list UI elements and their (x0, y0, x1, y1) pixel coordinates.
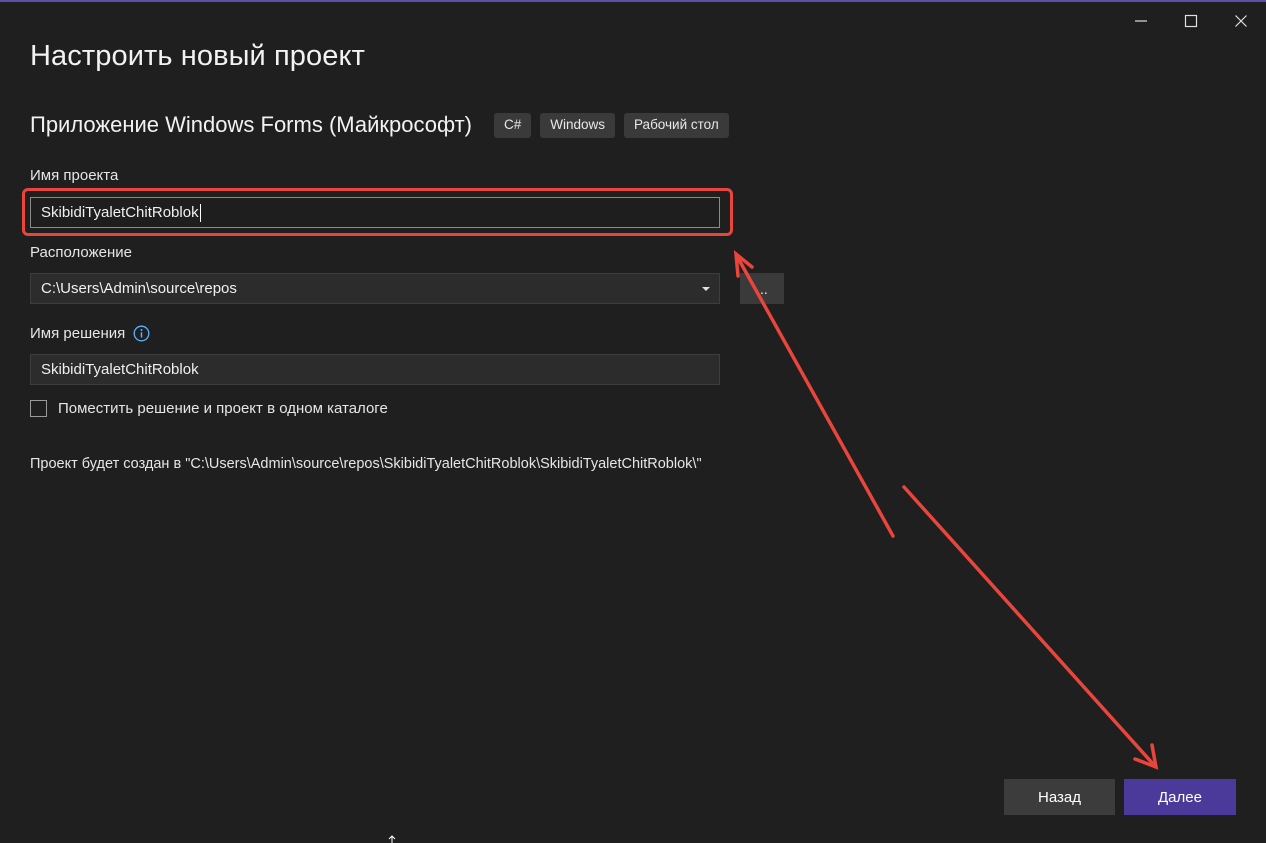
project-name-input[interactable]: SkibidiTyaletChitRoblok (30, 197, 720, 228)
template-name: Приложение Windows Forms (Майкрософт) (30, 112, 472, 137)
next-button[interactable]: Далее (1124, 779, 1236, 815)
same-folder-checkbox[interactable] (30, 400, 47, 417)
location-combobox[interactable]: C:\Users\Admin\source\repos (30, 273, 720, 304)
configure-project-window: Настроить новый проект Приложение Window… (0, 0, 1266, 843)
same-folder-label: Поместить решение и проект в одном катал… (58, 400, 388, 417)
maximize-icon (1184, 14, 1198, 28)
tag-platform: Windows (540, 112, 615, 138)
project-path-info: Проект будет создан в "C:\Users\Admin\so… (30, 456, 702, 472)
location-label: Расположение (30, 244, 132, 261)
solution-name-label-row: Имя решения (30, 325, 150, 342)
mouse-cursor-icon (388, 835, 396, 843)
info-icon[interactable] (133, 325, 150, 342)
page-title: Настроить новый проект (30, 40, 365, 72)
solution-name-value: SkibidiTyaletChitRoblok (41, 361, 199, 378)
template-header: Приложение Windows Forms (Майкрософт) C#… (30, 112, 738, 138)
project-name-label: Имя проекта (30, 167, 119, 184)
arrow-to-next-button (902, 485, 1159, 770)
chevron-down-icon[interactable] (701, 286, 711, 292)
minimize-button[interactable] (1128, 8, 1154, 34)
back-button[interactable]: Назад (1004, 779, 1115, 815)
project-name-value: SkibidiTyaletChitRoblok (41, 204, 199, 221)
tag-project-type: Рабочий стол (624, 112, 729, 138)
close-button[interactable] (1228, 8, 1254, 34)
maximize-button[interactable] (1178, 8, 1204, 34)
minimize-icon (1135, 20, 1147, 22)
tag-language: C# (493, 112, 532, 138)
solution-name-input[interactable]: SkibidiTyaletChitRoblok (30, 354, 720, 385)
close-icon (1235, 15, 1247, 27)
same-folder-option[interactable]: Поместить решение и проект в одном катал… (30, 400, 388, 417)
text-caret (199, 203, 201, 222)
solution-name-label: Имя решения (30, 325, 126, 342)
location-value: C:\Users\Admin\source\repos (41, 280, 237, 297)
browse-location-button[interactable]: ... (740, 273, 784, 304)
